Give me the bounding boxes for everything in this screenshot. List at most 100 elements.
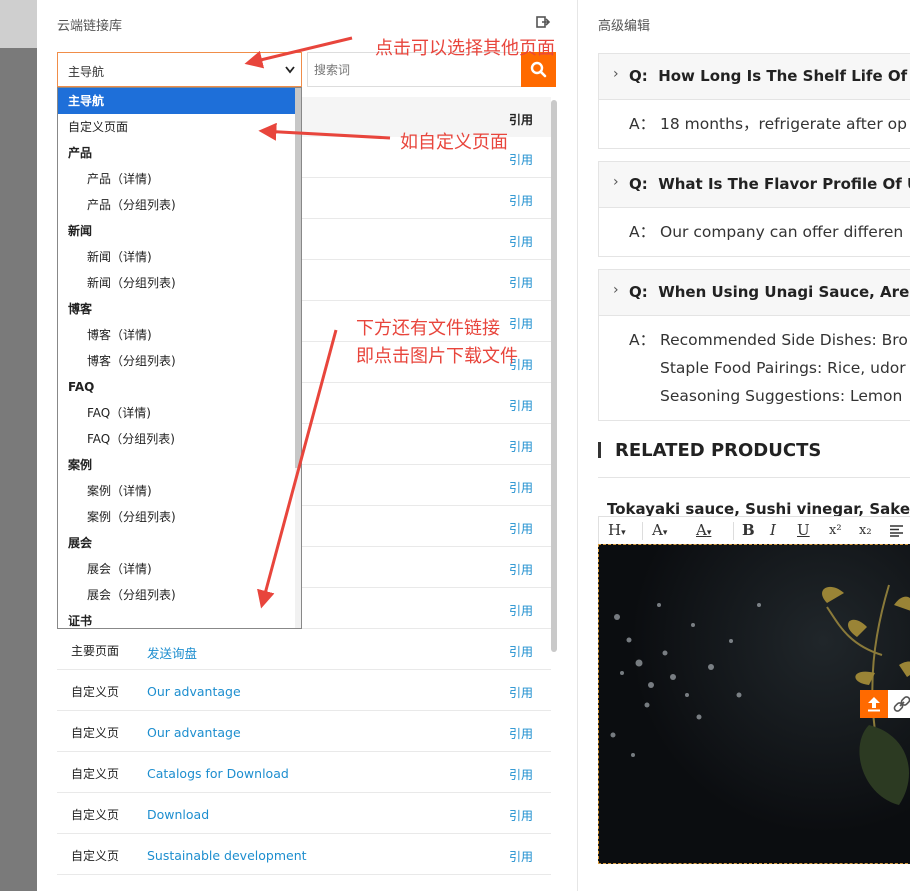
dropdown-option[interactable]: 案例（详情) xyxy=(58,478,301,504)
advanced-editor-panel: 高级编辑 › Q: How Long Is The Shelf Life Of T… xyxy=(577,0,910,891)
font-color-button[interactable]: A▾ xyxy=(696,521,711,539)
faq-answer: A： 18 months，refrigerate after op xyxy=(599,100,910,148)
ref-link[interactable]: 引用 xyxy=(509,602,533,619)
ref-link[interactable]: 引用 xyxy=(509,520,533,537)
heading-button[interactable]: H▾ xyxy=(608,521,626,539)
ref-link[interactable]: 引用 xyxy=(509,684,533,701)
dropdown-option[interactable]: 产品（分组列表) xyxy=(58,192,301,218)
panel-title: 云端链接库 xyxy=(57,19,123,34)
ref-link[interactable]: 引用 xyxy=(509,561,533,578)
row-type: 自定义页 xyxy=(71,808,120,822)
related-title: RELATED PRODUCTS xyxy=(615,440,822,461)
answer-line: 18 months，refrigerate after op xyxy=(660,115,907,133)
question-text: Q: When Using Unagi Sauce, Are T xyxy=(629,283,910,301)
ref-link[interactable]: 引用 xyxy=(509,766,533,783)
dropdown-option[interactable]: 主导航 xyxy=(58,88,301,114)
faq-item: › Q: When Using Unagi Sauce, Are T A： Recom… xyxy=(598,269,910,421)
related-products-heading: RELATED PRODUCTS xyxy=(598,440,821,461)
answer-text: 18 months，refrigerate after op xyxy=(660,110,910,138)
dropdown-option[interactable]: 自定义页面 xyxy=(58,114,301,140)
toolbar-divider xyxy=(733,522,734,540)
subscript-button[interactable]: x₂ xyxy=(859,523,872,538)
dropdown-group-label: 案例 xyxy=(68,458,93,472)
dropdown-option[interactable]: 博客（详情) xyxy=(58,322,301,348)
answer-line: Recommended Side Dishes: Bro xyxy=(660,331,908,349)
row-link-name[interactable]: Sustainable development xyxy=(147,848,307,863)
chevron-right-icon: › xyxy=(613,174,619,190)
ref-link[interactable]: 引用 xyxy=(509,725,533,742)
row-link-name[interactable]: Catalogs for Download xyxy=(147,766,289,781)
row-link-name[interactable]: Download xyxy=(147,807,209,822)
dropdown-option[interactable]: 展会（详情) xyxy=(58,556,301,582)
dropdown-option[interactable]: FAQ（分组列表) xyxy=(58,426,301,452)
dropdown-option[interactable]: 新闻（详情) xyxy=(58,244,301,270)
ref-link[interactable]: 引用 xyxy=(509,233,533,250)
faq-question[interactable]: › Q: What Is The Flavor Profile Of U xyxy=(599,162,910,208)
dropdown-option[interactable]: 展会（分组列表) xyxy=(58,582,301,608)
search-icon xyxy=(530,61,547,78)
faq-answer: A： Recommended Side Dishes: Bro Staple Foo… xyxy=(599,316,910,420)
editor-toolbar: H▾ A▾ A▾ B I U x² x₂ xyxy=(598,516,910,545)
table-row: 自定义页 Sustainable development 引用 xyxy=(57,834,551,875)
ref-link[interactable]: 引用 xyxy=(509,397,533,414)
dropdown-option[interactable]: 产品（详情) xyxy=(58,166,301,192)
ref-link[interactable]: 引用 xyxy=(509,192,533,209)
italic-button[interactable]: I xyxy=(770,521,776,539)
dropdown-scrollbar[interactable] xyxy=(295,88,301,468)
divider xyxy=(598,477,910,478)
question-text: Q: How Long Is The Shelf Life Of T xyxy=(629,67,910,85)
row-type: 自定义页 xyxy=(71,767,120,781)
row-type: 主要页面 xyxy=(71,644,120,658)
superscript-button[interactable]: x² xyxy=(829,523,842,538)
ref-link[interactable]: 引用 xyxy=(509,479,533,496)
page-backdrop xyxy=(0,0,37,891)
dropdown-option[interactable]: 案例（分组列表) xyxy=(58,504,301,530)
row-link-name[interactable]: 发送询盘 xyxy=(147,643,197,662)
upload-button[interactable] xyxy=(860,690,888,718)
dropdown-group-label: 产品 xyxy=(68,146,93,160)
faq-question[interactable]: › Q: When Using Unagi Sauce, Are T xyxy=(599,270,910,316)
answer-label: A： xyxy=(629,223,656,241)
upload-icon xyxy=(868,697,880,712)
faq-item: › Q: What Is The Flavor Profile Of U A： Our… xyxy=(598,161,910,257)
select-value: 主导航 xyxy=(68,65,105,79)
bold-button[interactable]: B xyxy=(742,521,755,539)
ref-link[interactable]: 引用 xyxy=(509,274,533,291)
answer-label: A： xyxy=(629,331,656,349)
toolbar-divider xyxy=(642,522,643,540)
row-type: 自定义页 xyxy=(71,849,120,863)
table-row: 自定义页 Our advantage 引用 xyxy=(57,670,551,711)
annotation-file-links-2: 即点击图片下载文件 xyxy=(356,346,518,367)
dropdown-option[interactable]: FAQ（详情) xyxy=(58,400,301,426)
table-row: 自定义页 Download 引用 xyxy=(57,793,551,834)
dropdown-options: 主导航 自定义页面 产品 产品（详情) 产品（分组列表) 新闻 新闻（详情) 新闻（分组列表)… xyxy=(58,88,301,628)
dropdown-group-label: 证书 xyxy=(68,614,93,628)
faq-question[interactable]: › Q: How Long Is The Shelf Life Of T xyxy=(599,54,910,100)
underline-button[interactable]: U xyxy=(797,521,810,539)
row-link-name[interactable]: Our advantage xyxy=(147,725,241,740)
ref-link[interactable]: 引用 xyxy=(509,643,533,660)
ref-link[interactable]: 引用 xyxy=(509,438,533,455)
align-left-icon[interactable] xyxy=(889,525,905,537)
ref-link[interactable]: 引用 xyxy=(509,315,533,332)
table-scrollbar[interactable] xyxy=(551,100,557,652)
dropdown-group-label: 博客 xyxy=(68,302,93,316)
faq-item: › Q: How Long Is The Shelf Life Of T A： 18 … xyxy=(598,53,910,149)
answer-line: Staple Food Pairings: Rice, udor xyxy=(660,359,906,377)
ref-link[interactable]: 引用 xyxy=(509,151,533,168)
link-button[interactable] xyxy=(888,690,910,718)
table-row: 自定义页 Catalogs for Download 引用 xyxy=(57,752,551,793)
dropdown-option[interactable]: 新闻（分组列表) xyxy=(58,270,301,296)
chevron-right-icon: › xyxy=(613,282,619,298)
page-type-select[interactable]: 主导航 xyxy=(57,52,302,87)
exit-icon[interactable] xyxy=(535,14,551,30)
heading-bar xyxy=(598,441,601,458)
ref-link[interactable]: 引用 xyxy=(509,848,533,865)
row-link-name[interactable]: Our advantage xyxy=(147,684,241,699)
faq-answer: A： Our company can offer differen xyxy=(599,208,910,256)
ref-link[interactable]: 引用 xyxy=(509,807,533,824)
font-size-button[interactable]: A▾ xyxy=(652,521,667,539)
annotation-custom-page: 如自定义页面 xyxy=(400,132,508,153)
question-text: Q: What Is The Flavor Profile Of U xyxy=(629,175,910,193)
dropdown-option[interactable]: 博客（分组列表) xyxy=(58,348,301,374)
